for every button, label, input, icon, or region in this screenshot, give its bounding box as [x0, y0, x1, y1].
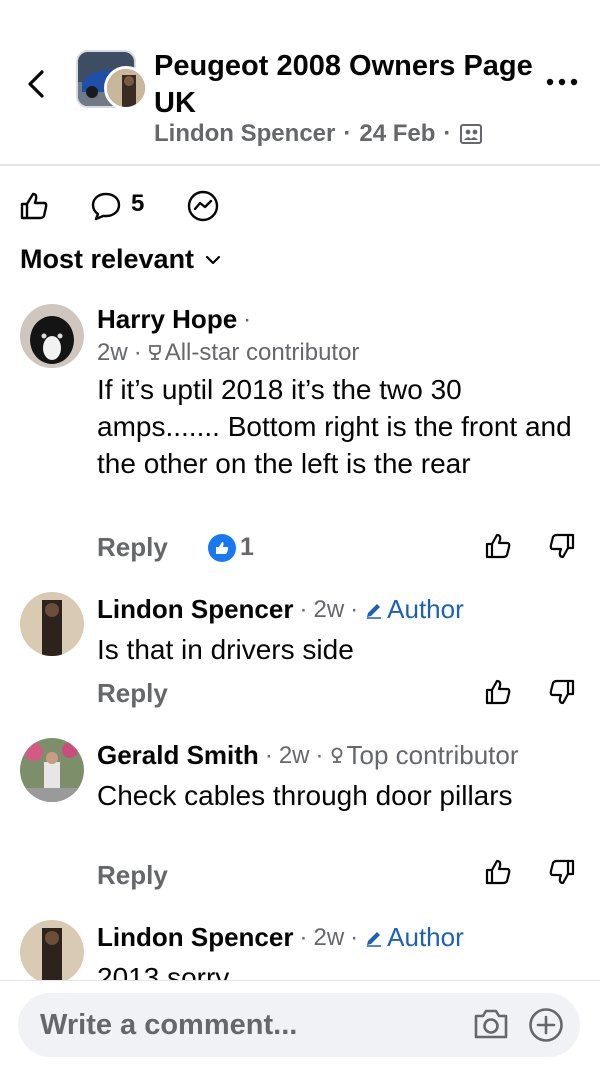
comment-input-placeholder: Write a comment...: [40, 1009, 298, 1041]
comment-header: Lindon Spencer · 2w · Author: [97, 594, 577, 625]
more-options-icon[interactable]: [544, 72, 580, 92]
separator-dot: ·: [299, 595, 308, 623]
comment-header: Harry Hope ·: [97, 304, 577, 335]
post-header: Peugeot 2008 Owners Page UK Lindon Spenc…: [0, 0, 600, 166]
commenter-name[interactable]: Harry Hope: [97, 304, 237, 335]
author-avatar[interactable]: [104, 66, 148, 110]
back-arrow-icon[interactable]: [22, 64, 52, 104]
comment-body: Gerald Smith · 2w · Top contributor Chec…: [97, 740, 577, 814]
comment-like-icon[interactable]: [484, 678, 512, 706]
camera-icon[interactable]: [472, 1007, 510, 1041]
trophy-icon: [148, 345, 161, 360]
post-date[interactable]: 24 Feb: [359, 120, 435, 148]
reaction-number: 1: [240, 533, 254, 561]
separator-dot: ·: [264, 741, 273, 769]
reply-button[interactable]: Reply: [97, 678, 168, 709]
add-attachment-icon[interactable]: [528, 1007, 564, 1043]
like-icon[interactable]: [18, 190, 50, 222]
commenter-name[interactable]: Lindon Spencer: [97, 594, 293, 625]
separator-dot: ·: [443, 120, 452, 147]
commenter-avatar[interactable]: [20, 738, 84, 802]
separator-dot: ·: [350, 923, 359, 951]
commenter-name[interactable]: Gerald Smith: [97, 740, 259, 771]
sort-label: Most relevant: [20, 244, 195, 274]
comment-time[interactable]: 2w: [313, 596, 344, 624]
contributor-badge: Top contributor: [330, 740, 519, 771]
separator-dot: ·: [299, 923, 308, 951]
post-author-name[interactable]: Lindon Spencer: [154, 120, 335, 148]
commenter-avatar[interactable]: [20, 304, 84, 368]
comment-icon[interactable]: [90, 190, 122, 222]
name-separator: ·: [243, 305, 252, 333]
comment-dislike-icon[interactable]: [548, 678, 576, 706]
comment-time[interactable]: 2w: [97, 339, 128, 367]
chevron-down-icon: [205, 255, 221, 264]
separator-dot: ·: [315, 741, 324, 769]
separator-dot: ·: [343, 120, 352, 147]
comment-time[interactable]: 2w: [313, 924, 344, 952]
reply-button[interactable]: Reply: [97, 532, 168, 563]
commenter-avatar[interactable]: [20, 920, 84, 984]
comment-like-icon[interactable]: [484, 532, 512, 560]
comment-dislike-icon[interactable]: [548, 858, 576, 886]
badge-label: Author: [387, 922, 464, 952]
group-title[interactable]: Peugeot 2008 Owners Page UK: [154, 48, 534, 122]
separator-dot: ·: [350, 595, 359, 623]
commenter-name[interactable]: Lindon Spencer: [97, 922, 293, 953]
badge-label: Author: [387, 594, 464, 624]
badge-label: Top contributor: [346, 740, 519, 770]
messenger-share-icon[interactable]: [186, 189, 220, 223]
reply-button[interactable]: Reply: [97, 860, 168, 891]
comment-meta: 2w · All-star contributor: [97, 339, 577, 367]
commenter-avatar[interactable]: [20, 592, 84, 656]
comment-count: 5: [131, 190, 145, 217]
contributor-badge: All-star contributor: [148, 339, 360, 367]
top-contributor-icon: [331, 747, 342, 763]
comment-header: Lindon Spencer · 2w · Author: [97, 922, 577, 953]
comment-body: Lindon Spencer · 2w · Author Is that in …: [97, 594, 577, 668]
members-icon: [460, 124, 483, 144]
comment-text: If it’s uptil 2018 it’s the two 30 amps.…: [97, 374, 572, 479]
comment-header: Gerald Smith · 2w · Top contributor: [97, 740, 577, 771]
comment-body: Harry Hope · 2w · All-star contributor I…: [97, 304, 577, 482]
comment-input[interactable]: Write a comment...: [18, 993, 580, 1057]
pencil-icon: [367, 931, 382, 947]
comment-composer-bar: Write a comment...: [0, 980, 600, 1067]
post-meta: Lindon Spencer · 24 Feb ·: [154, 120, 483, 148]
post-actions: 5: [0, 184, 600, 228]
like-reaction-icon: [208, 533, 236, 562]
comment-text: Check cables through door pillars: [97, 780, 513, 811]
author-badge: Author: [364, 922, 464, 953]
comment-dislike-icon[interactable]: [548, 532, 576, 560]
pencil-icon: [367, 603, 382, 619]
comment-like-icon[interactable]: [484, 858, 512, 886]
badge-label: All-star contributor: [164, 339, 360, 366]
separator-dot: ·: [133, 339, 142, 366]
comment-time[interactable]: 2w: [279, 742, 310, 770]
reaction-count[interactable]: 1: [208, 533, 254, 562]
author-badge: Author: [364, 594, 464, 625]
comment-text: Is that in drivers side: [97, 634, 354, 665]
comment-sort-selector[interactable]: Most relevant: [20, 244, 222, 275]
